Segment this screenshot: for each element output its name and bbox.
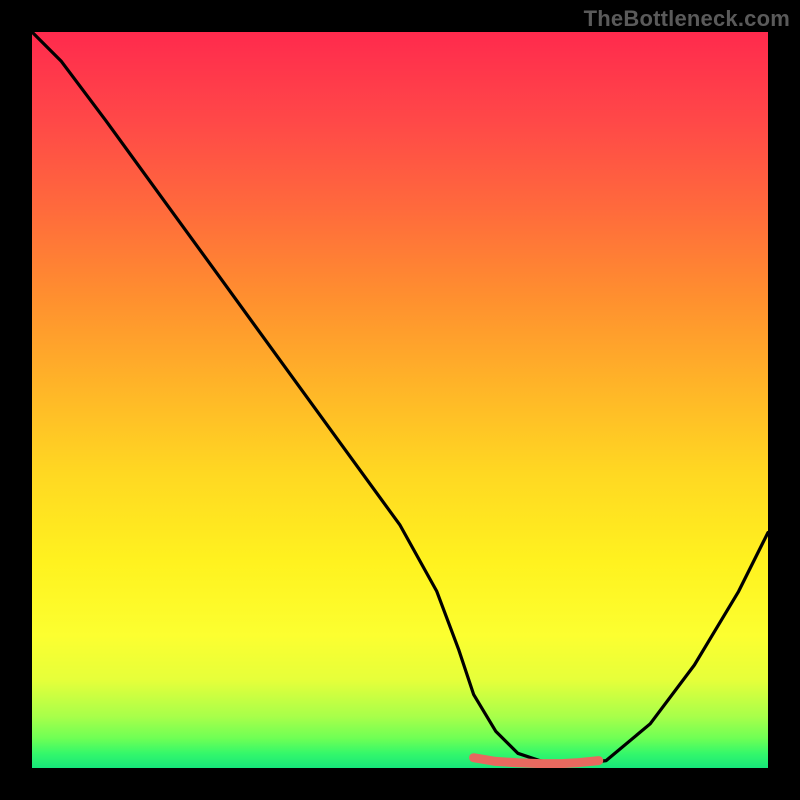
main-curve — [32, 32, 768, 764]
chart-container: { "attribution": "TheBottleneck.com", "c… — [0, 0, 800, 800]
curve-svg — [32, 32, 768, 768]
plot-area — [32, 32, 768, 768]
attribution-text: TheBottleneck.com — [584, 6, 790, 32]
